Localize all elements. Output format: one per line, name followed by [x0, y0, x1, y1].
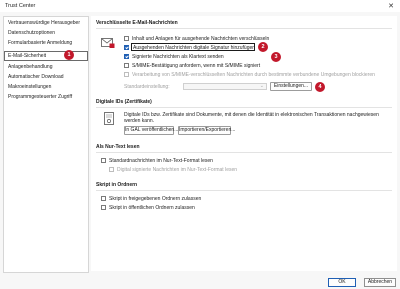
cancel-button[interactable]: Abbrechen: [364, 278, 396, 287]
encrypted-email-heading: Verschlüsselte E-Mail-Nachrichten: [96, 20, 178, 26]
callout-badge-4: 4: [315, 82, 325, 92]
read-signed-plain-text-label: Digital signierte Nachrichten im Nur-Tex…: [117, 167, 238, 173]
sidebar: Vertrauenswürdige Herausgeber Datenschut…: [3, 16, 89, 273]
callout-badge-2: 2: [258, 42, 268, 52]
sidebar-item-trusted-publishers[interactable]: Vertrauenswürdige Herausgeber: [4, 18, 88, 28]
read-plain-text-label: Standardnachrichten im Nur-Text-Format l…: [109, 158, 213, 164]
digital-ids-description: Digitale IDs bzw. Zertifikate sind Dokum…: [124, 112, 379, 124]
divider: [96, 28, 392, 29]
smime-receipt-label: S/MIME-Bestätigung anfordern, wenn mit S…: [132, 63, 261, 69]
ok-button[interactable]: OK: [328, 278, 356, 287]
divider: [96, 107, 392, 108]
digital-ids-heading: Digitale IDs (Zertifikate): [96, 99, 152, 105]
read-signed-plain-text-checkbox[interactable]: [109, 167, 114, 172]
encrypt-contents-checkbox[interactable]: [124, 36, 129, 41]
script-public-folders-label: Skript in öffentlichen Ordnern zulassen: [109, 205, 195, 211]
sidebar-item-macro-settings[interactable]: Makroeinstellungen: [4, 82, 88, 92]
import-export-button[interactable]: Importieren/Exportieren...: [178, 126, 235, 135]
sidebar-item-email-security[interactable]: E-Mail-Sicherheit: [4, 51, 88, 61]
block-smime-label: Verarbeitung von S/MIME-verschlüsselten …: [132, 72, 375, 78]
script-shared-folders-label: Skript in freigegebenen Ordnern zulassen: [109, 196, 202, 202]
encrypt-contents-label: Inhalt und Anlagen für ausgehende Nachri…: [132, 36, 270, 42]
script-public-folders-checkbox[interactable]: [101, 205, 106, 210]
script-in-folders-heading: Skript in Ordnern: [96, 182, 138, 188]
title-bar: Trust Center ✕: [0, 0, 400, 12]
sidebar-item-privacy-options[interactable]: Datenschutzoptionen: [4, 28, 88, 38]
sidebar-item-programmatic-access[interactable]: Programmgesteuerter Zugriff: [4, 92, 88, 102]
script-shared-folders-checkbox[interactable]: [101, 196, 106, 201]
add-digital-signature-checkbox[interactable]: [124, 45, 129, 50]
send-clear-text-label: Signierte Nachrichten als Klartext sende…: [132, 54, 224, 60]
callout-badge-3: 3: [271, 52, 281, 62]
settings-button[interactable]: Einstellungen...: [270, 82, 312, 91]
publish-to-gal-button[interactable]: In GAL veröffentlichen...: [124, 126, 178, 135]
sidebar-item-attachment-handling[interactable]: Anlagenbehandlung: [4, 62, 88, 72]
certificate-icon: [104, 112, 114, 125]
chevron-down-icon: ⌄: [259, 83, 264, 89]
trust-center-window: Trust Center ✕ Vertrauenswürdige Herausg…: [0, 0, 400, 289]
divider: [96, 190, 392, 191]
default-setting-select[interactable]: ⌄: [183, 83, 267, 90]
smime-receipt-checkbox[interactable]: [124, 63, 129, 68]
window-title: Trust Center: [5, 3, 36, 9]
read-plain-text-checkbox[interactable]: [101, 158, 106, 163]
main-panel: Verschlüsselte E-Mail-Nachrichten Inhalt…: [91, 16, 397, 271]
add-digital-signature-label: Ausgehenden Nachrichten digitale Signatu…: [133, 45, 256, 51]
plain-text-heading: Als Nur-Text lesen: [96, 144, 140, 150]
sidebar-item-form-based-signin[interactable]: Formularbasierte Anmeldung: [4, 38, 88, 48]
envelope-lock-icon: [101, 38, 115, 48]
default-setting-label: Standardeinstellung:: [124, 84, 170, 90]
callout-badge-1: 1: [64, 50, 74, 60]
close-icon[interactable]: ✕: [388, 2, 394, 10]
sidebar-item-automatic-download[interactable]: Automatischer Download: [4, 72, 88, 82]
block-smime-checkbox[interactable]: [124, 72, 129, 77]
divider: [96, 152, 392, 153]
send-clear-text-checkbox[interactable]: [124, 54, 129, 59]
